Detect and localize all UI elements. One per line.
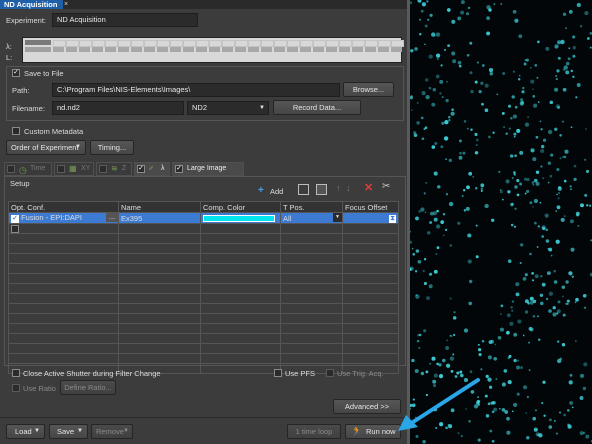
arrow-shaft [408,378,480,426]
annotation-arrow [398,378,480,431]
